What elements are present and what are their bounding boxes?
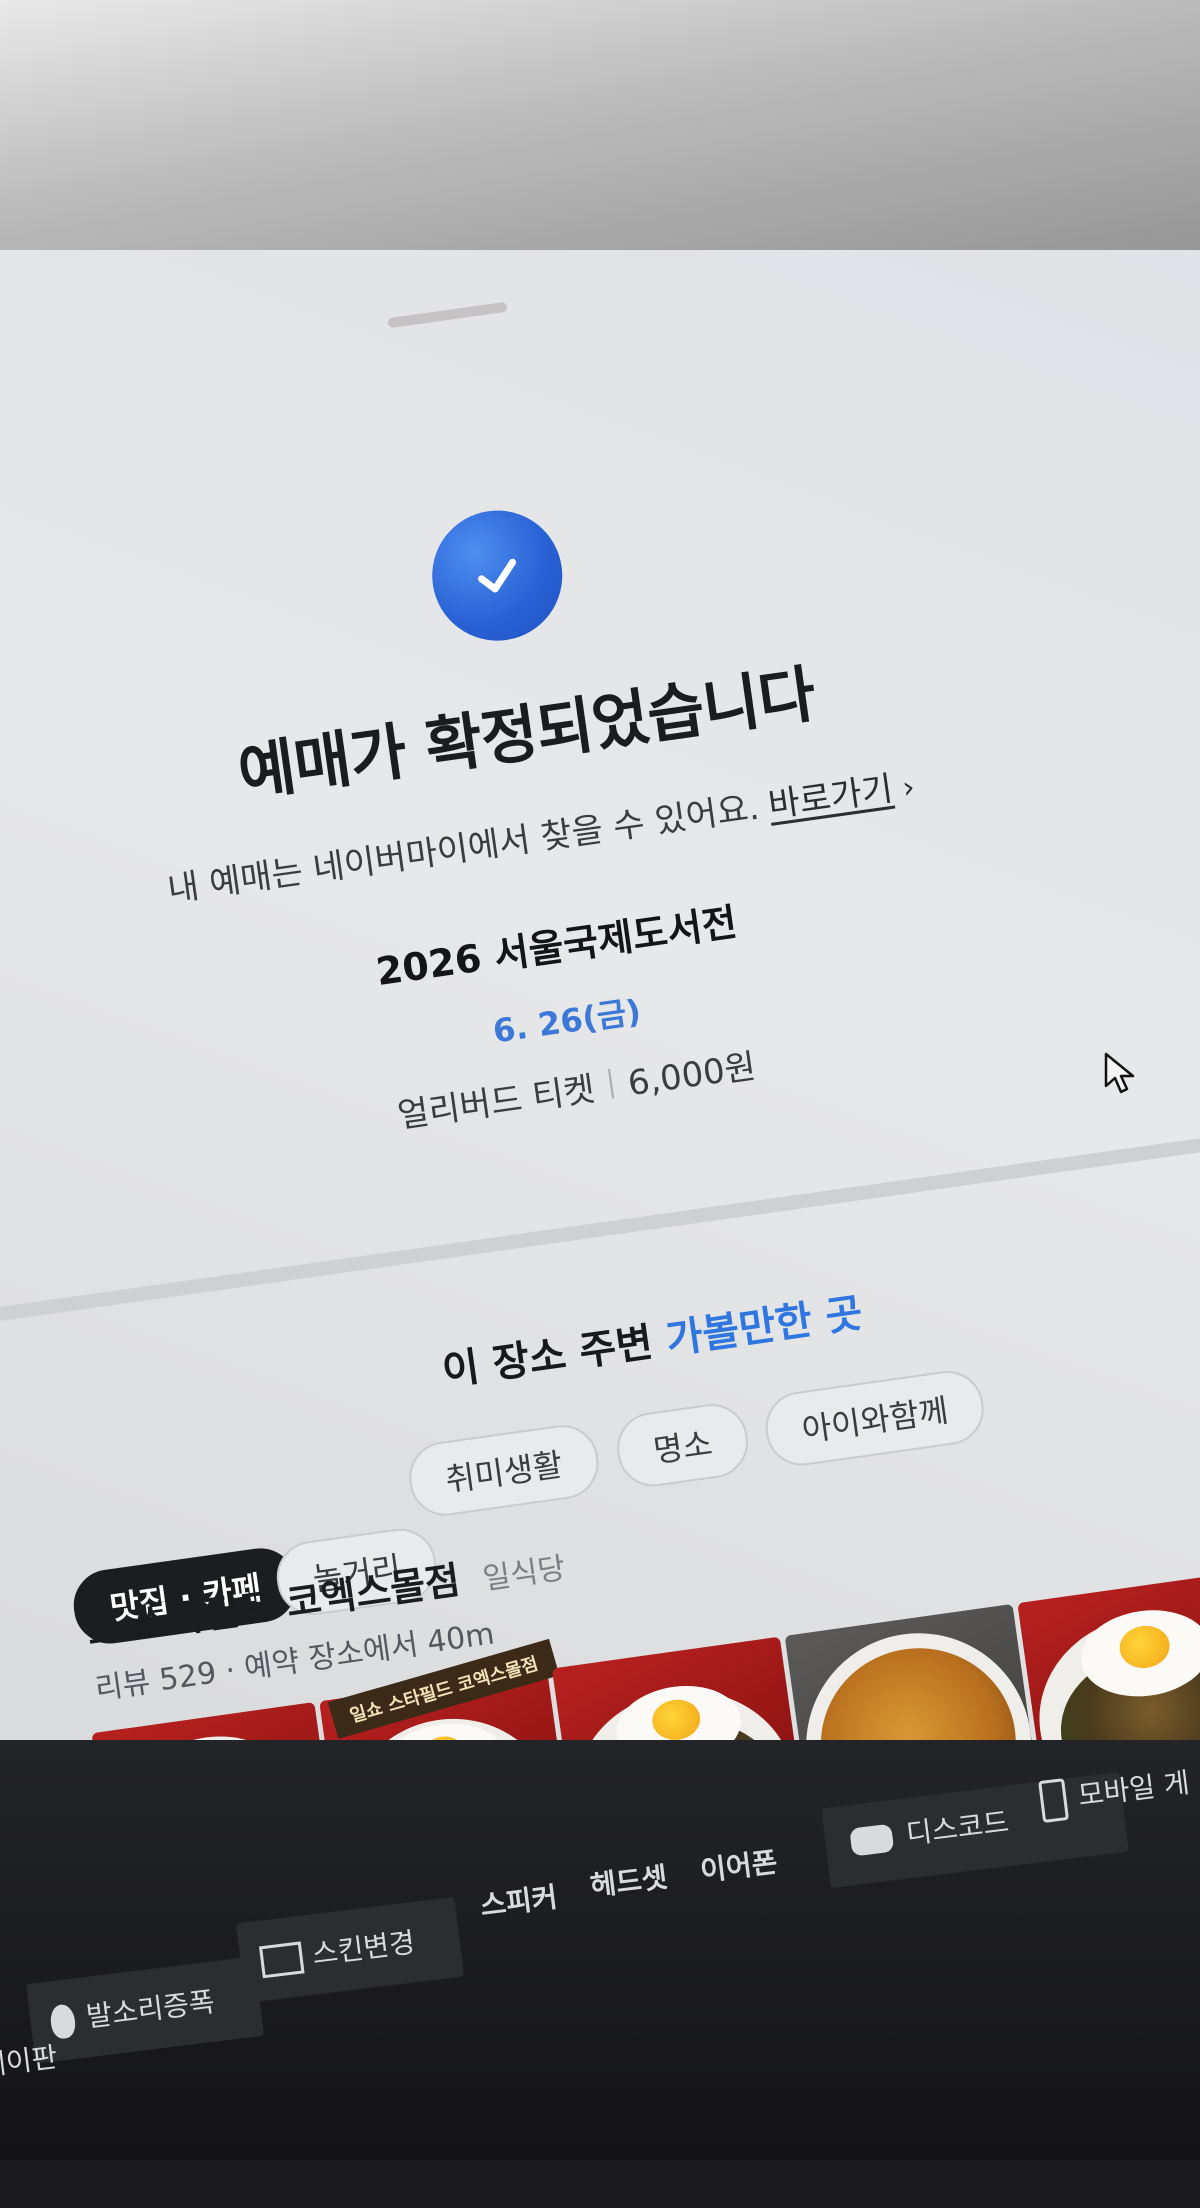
taskbar-speaker[interactable]: 스피커: [478, 1875, 560, 1924]
taskbar-board[interactable]: 게이판: [0, 2035, 59, 2084]
footprint-icon: [48, 2003, 77, 2040]
taskbar-mobile-label: 모바일 게: [1076, 1765, 1192, 1813]
ticket-summary: 2026 서울국제도서전 6. 26(금) 얼리버드 티켓 6,000원: [235, 872, 905, 1219]
sheet-drag-handle[interactable]: [387, 301, 508, 329]
discord-icon: [849, 1823, 895, 1857]
skin-icon: [258, 1941, 305, 1979]
taskbar-headset[interactable]: 헤드셋: [588, 1855, 670, 1904]
check-icon: [478, 558, 517, 593]
place-category: 일식당: [480, 1550, 568, 1598]
chip-hobby[interactable]: 취미생활: [404, 1420, 603, 1521]
chip-landmark[interactable]: 명소: [612, 1399, 753, 1492]
goto-link[interactable]: 바로가기: [765, 761, 896, 827]
mobile-icon: [1038, 1778, 1070, 1823]
chip-with-kids[interactable]: 아이와함께: [761, 1366, 989, 1471]
taskbar-earphone[interactable]: 이어폰: [698, 1840, 780, 1889]
nearby-title-accent: 가볼만한 곳: [663, 1290, 866, 1364]
mouse-cursor-icon: [1104, 1052, 1135, 1094]
ticket-type: 얼리버드 티켓: [395, 1069, 598, 1137]
nearby-title-prefix: 이 장소 주변: [439, 1319, 656, 1395]
divider-bar: [607, 1068, 615, 1099]
taskbar: 디스코드 모바일 게 스피커 헤드셋 이어폰 스킨변경 발소리증폭 게이판: [0, 1740, 1200, 2160]
ticket-price: 6,000원: [625, 1046, 759, 1105]
taskbar-mobile[interactable]: 모바일 게: [1038, 1761, 1192, 1823]
check-circle-icon: [423, 502, 571, 649]
chevron-right-icon[interactable]: ›: [900, 770, 917, 806]
